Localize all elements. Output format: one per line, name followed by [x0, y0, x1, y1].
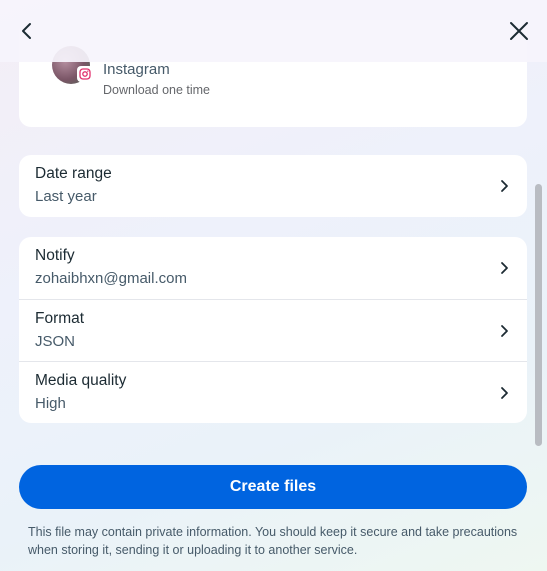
chevron-right-icon [501, 325, 508, 337]
instagram-badge [77, 66, 93, 82]
chevron-left-icon [22, 23, 31, 39]
format-label: Format [35, 310, 85, 327]
format-value: JSON [35, 333, 76, 350]
settings-card: Notify zohaibhxn@gmail.com Format JSON M… [19, 237, 527, 423]
create-files-button[interactable]: Create files [19, 465, 527, 509]
chevron-right-icon [501, 262, 508, 274]
media-quality-label: Media quality [35, 372, 127, 389]
date-range-row[interactable]: Date range Last year [19, 155, 527, 217]
back-button[interactable] [10, 14, 44, 48]
media-quality-row[interactable]: Media quality High [19, 361, 527, 423]
scrollbar-thumb[interactable] [535, 184, 542, 446]
close-icon [510, 22, 528, 40]
account-name: Instagram [103, 61, 170, 78]
date-range-label: Date range [35, 165, 112, 182]
notify-row[interactable]: Notify zohaibhxn@gmail.com [19, 237, 527, 299]
top-bar [0, 0, 547, 62]
date-range-card: Date range Last year [19, 155, 527, 217]
chevron-right-icon [501, 387, 508, 399]
account-subtitle: Download one time [103, 83, 211, 97]
date-range-value: Last year [35, 188, 97, 205]
media-quality-value: High [35, 395, 66, 412]
chevron-right-icon [501, 180, 508, 192]
notify-value: zohaibhxn@gmail.com [35, 270, 187, 287]
notify-label: Notify [35, 247, 75, 264]
format-row[interactable]: Format JSON [19, 299, 527, 361]
instagram-icon [79, 68, 91, 80]
privacy-disclaimer: This file may contain private informatio… [28, 525, 518, 557]
close-button[interactable] [502, 14, 536, 48]
